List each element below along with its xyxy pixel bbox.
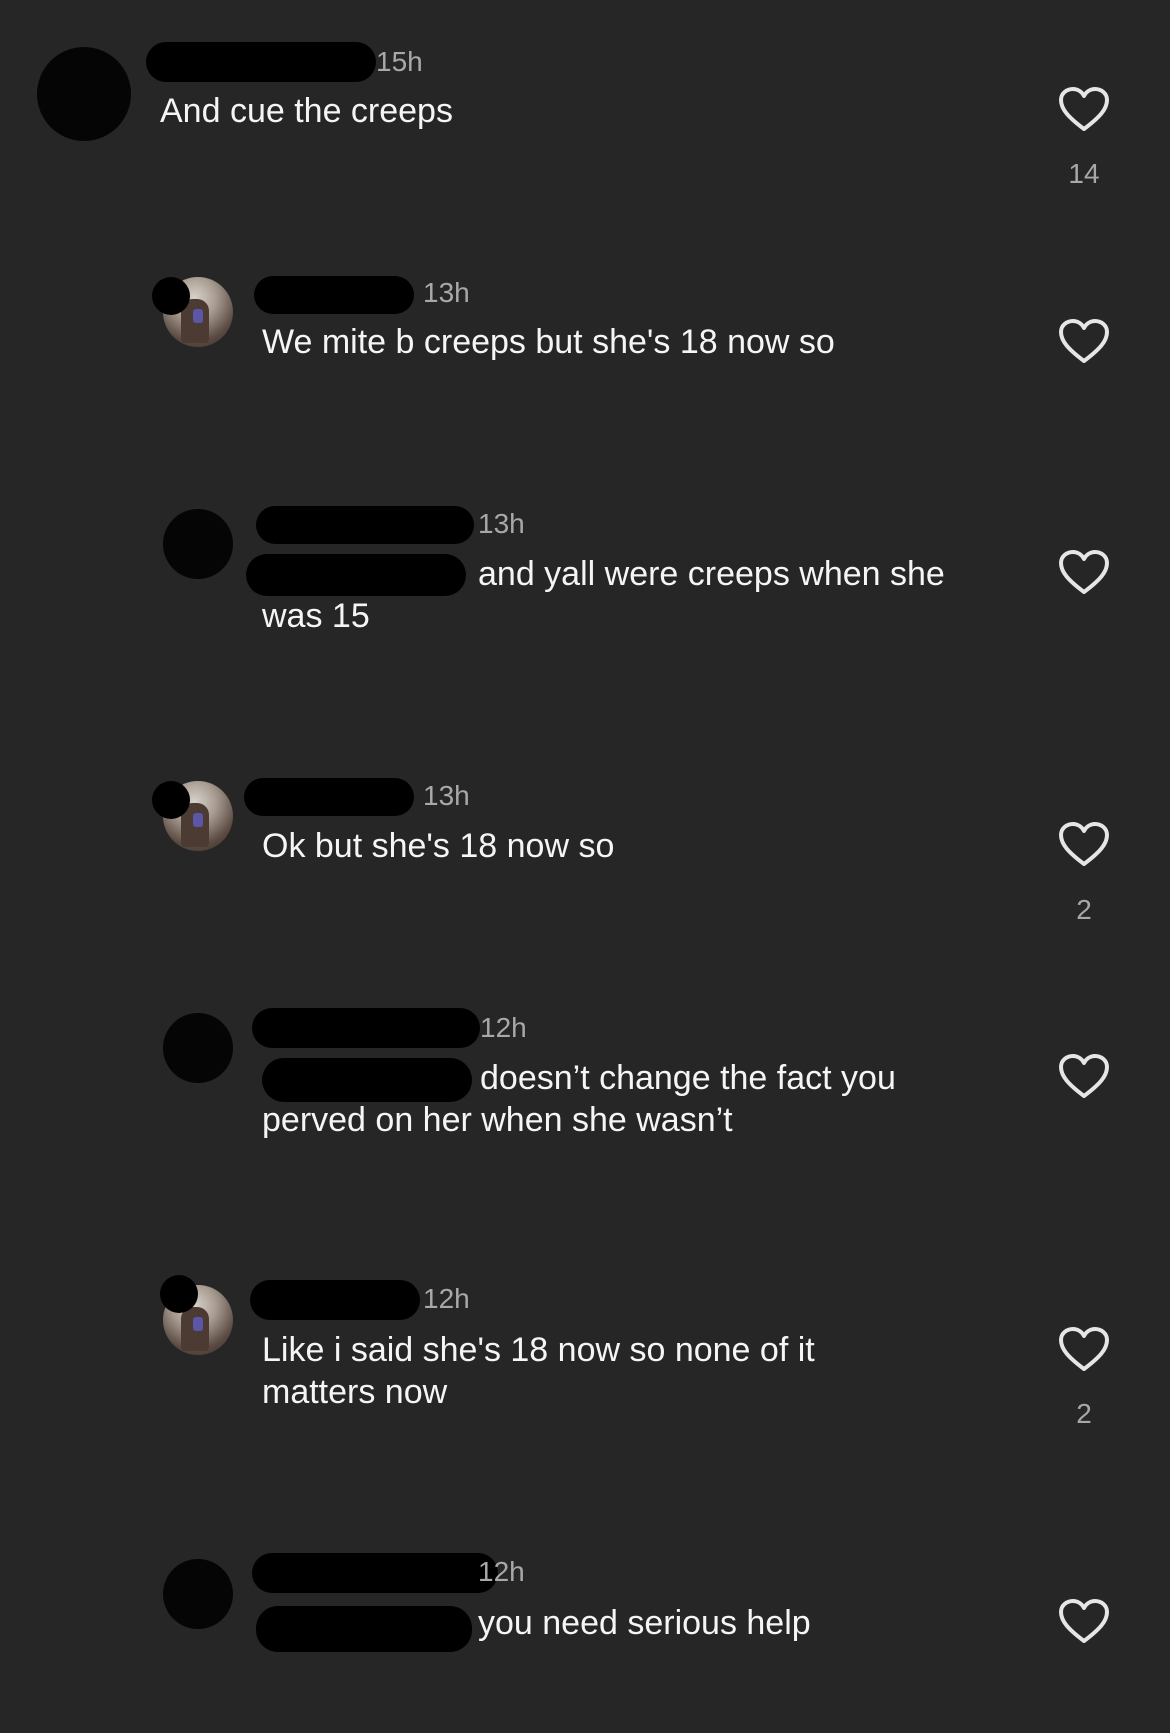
comment-text-line: doesn’t change the fact you [480, 1059, 896, 1097]
avatar[interactable] [163, 1013, 233, 1083]
like-count: 14 [1068, 158, 1100, 189]
like-count: 2 [1076, 894, 1092, 925]
heart-outline-icon [1059, 822, 1109, 866]
avatar-phone [193, 813, 203, 827]
comment-text-line: perved on her when she wasn’t [262, 1101, 733, 1139]
redacted-username [244, 778, 414, 816]
like-button[interactable] [1058, 821, 1110, 867]
avatar[interactable] [163, 509, 233, 579]
comment-text-line: was 15 [262, 597, 370, 635]
comment-text: you need serious help [262, 1602, 811, 1644]
like-button[interactable] [1058, 318, 1110, 364]
comment-timestamp: 15h [376, 46, 423, 77]
comment-timestamp: 13h [423, 780, 470, 811]
redacted-username [146, 42, 376, 82]
like-button[interactable] [1058, 549, 1110, 595]
redacted-username [250, 1280, 420, 1320]
avatar[interactable] [37, 47, 131, 141]
comment-timestamp: 12h [423, 1283, 470, 1314]
like-count: 2 [1076, 1398, 1092, 1429]
redacted-avatar-mark [152, 781, 190, 819]
heart-outline-icon [1059, 1054, 1109, 1098]
like-button[interactable] [1058, 86, 1110, 132]
comment-text: Ok but she's 18 now so [262, 825, 614, 867]
avatar-phone [193, 309, 203, 323]
comment-text: Like i said she's 18 now so none of it m… [262, 1329, 815, 1413]
comment-timestamp: 13h [423, 277, 470, 308]
comment-text: And cue the creeps [160, 90, 453, 132]
heart-outline-icon [1059, 1599, 1109, 1643]
avatar-phone [193, 1317, 203, 1331]
comment-text: and yall were creeps when she was 15 [262, 553, 945, 637]
comment-text: doesn’t change the fact you perved on he… [262, 1057, 896, 1141]
like-button[interactable] [1058, 1053, 1110, 1099]
comment-text-line: you need serious help [478, 1604, 811, 1642]
redacted-username [256, 506, 474, 544]
comment-text-line: and yall were creeps when she [478, 555, 945, 593]
comment-text-line: Ok but she's 18 now so [262, 827, 615, 865]
like-button[interactable] [1058, 1326, 1110, 1372]
redacted-avatar-mark [160, 1275, 198, 1313]
comment-timestamp: 12h [478, 1556, 525, 1587]
heart-outline-icon [1059, 1327, 1109, 1371]
comment-text: We mite b creeps but she's 18 now so [262, 321, 835, 363]
redacted-username [254, 276, 414, 314]
comment-timestamp: 12h [480, 1012, 527, 1043]
comment-timestamp: 13h [478, 508, 525, 539]
comment-text-line: matters now [262, 1373, 448, 1411]
redacted-username [252, 1553, 498, 1593]
comment-text-line: We mite b creeps but she's 18 now so [262, 323, 835, 361]
heart-outline-icon [1059, 550, 1109, 594]
comment-text-line: And cue the creeps [160, 92, 453, 130]
like-button[interactable] [1058, 1598, 1110, 1644]
comment-text-line: Like i said she's 18 now so none of it [262, 1331, 815, 1369]
avatar[interactable] [163, 1559, 233, 1629]
heart-outline-icon [1059, 87, 1109, 131]
redacted-username [252, 1008, 480, 1048]
redacted-avatar-mark [152, 277, 190, 315]
heart-outline-icon [1059, 319, 1109, 363]
